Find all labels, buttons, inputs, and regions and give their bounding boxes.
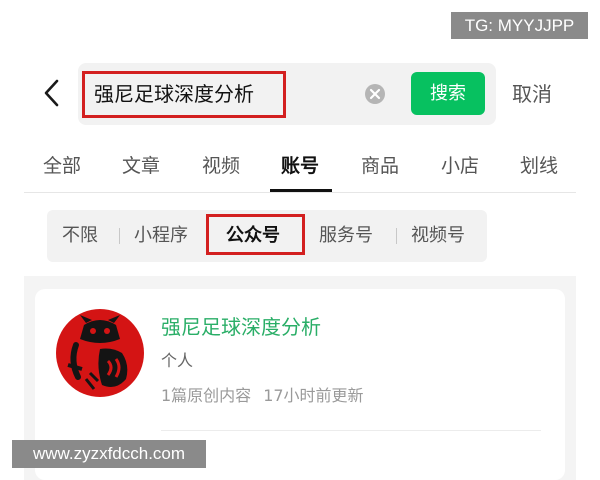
tab-videos[interactable]: 视频 [202, 153, 240, 179]
filter-service-account[interactable]: 服务号 [319, 223, 373, 249]
tab-shops[interactable]: 小店 [441, 153, 479, 179]
tab-accounts[interactable]: 账号 [281, 153, 319, 179]
back-chevron-icon[interactable] [40, 78, 66, 108]
filter-mini-program[interactable]: 小程序 [134, 223, 188, 249]
tab-highlights[interactable]: 划线 [520, 153, 558, 179]
tab-all[interactable]: 全部 [43, 153, 81, 179]
filter-channels[interactable]: 视频号 [411, 223, 465, 249]
search-button[interactable]: 搜索 [411, 72, 485, 115]
tabs-divider [24, 192, 576, 193]
last-updated: 17小时前更新 [263, 386, 364, 405]
watermark-bottom: www.zyzxfdcch.com [12, 440, 206, 468]
cancel-button[interactable]: 取消 [512, 80, 552, 108]
tab-products[interactable]: 商品 [361, 153, 399, 179]
filter-highlight-box [206, 214, 305, 255]
card-divider [161, 430, 541, 431]
avatar[interactable] [56, 309, 144, 397]
account-type: 个人 [161, 351, 194, 370]
account-meta: 1篇原创内容 17小时前更新 [161, 385, 364, 407]
clear-icon[interactable] [364, 83, 386, 105]
search-query[interactable]: 强尼足球深度分析 [94, 80, 254, 108]
filter-unlimited[interactable]: 不限 [62, 223, 98, 249]
original-count: 1篇原创内容 [161, 386, 252, 405]
tab-articles[interactable]: 文章 [122, 153, 160, 179]
account-name[interactable]: 强尼足球深度分析 [161, 313, 321, 341]
filter-separator [119, 228, 120, 244]
filter-separator [396, 228, 397, 244]
watermark-top: TG: MYYJJPP [451, 12, 588, 39]
